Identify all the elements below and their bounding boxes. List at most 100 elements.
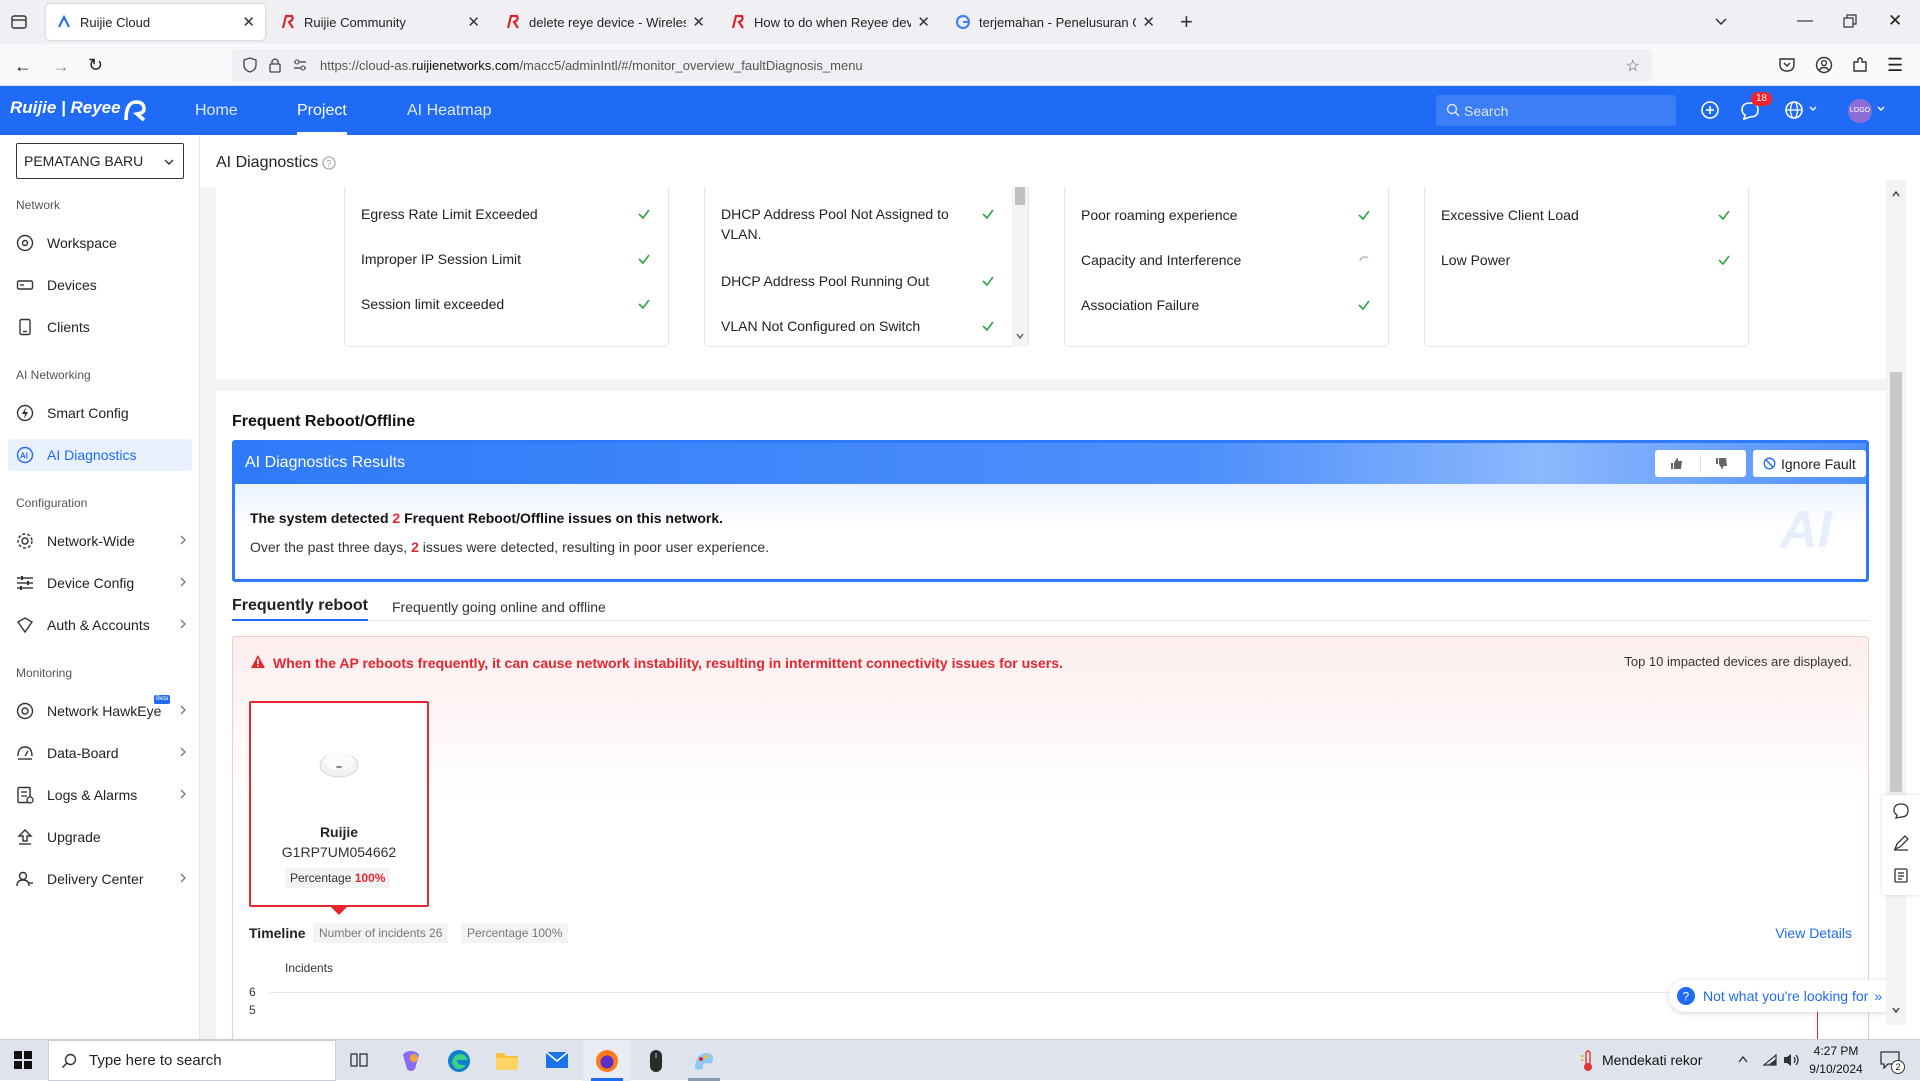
sidebar-item-smart-config[interactable]: Smart Config: [8, 397, 192, 429]
paint-taskbar-button[interactable]: [680, 1040, 728, 1081]
close-tab-icon[interactable]: ✕: [917, 13, 930, 31]
search-icon: [1446, 103, 1460, 117]
sidebar-item-workspace[interactable]: Workspace: [8, 227, 192, 259]
file-explorer-icon[interactable]: [495, 1050, 519, 1072]
reload-icon[interactable]: ↻: [88, 55, 103, 76]
windows-start-icon[interactable]: [14, 1051, 32, 1069]
globe-language-icon[interactable]: [1784, 100, 1804, 120]
sidebar-item-upgrade[interactable]: Upgrade: [8, 821, 192, 853]
feedback-pen-icon[interactable]: [1893, 835, 1909, 851]
tab-frequently-reboot[interactable]: Frequently reboot: [232, 597, 369, 621]
taskbar-search-placeholder: Type here to search: [89, 1052, 222, 1069]
forward-icon[interactable]: →: [52, 56, 70, 77]
help-bubble[interactable]: ? Not what you're looking for »: [1669, 980, 1886, 1012]
thumbs-up-icon[interactable]: [1670, 457, 1683, 470]
device-card[interactable]: Ruijie G1RP7UM054662 Percentage 100%: [249, 701, 429, 915]
chevron-down-icon[interactable]: [1015, 331, 1025, 341]
sidebar-item-network-hawkeye[interactable]: Network HawkEye Beta: [8, 695, 192, 727]
chevron-down-icon[interactable]: [1808, 104, 1818, 114]
tab-frequently-online-offline[interactable]: Frequently going online and offline: [392, 599, 606, 615]
chevron-down-icon[interactable]: [1876, 104, 1886, 114]
chat-icon[interactable]: [1893, 803, 1909, 819]
nav-project-label: Project: [297, 102, 347, 119]
reboot-warning-text: When the AP reboots frequently, it can c…: [273, 655, 1063, 671]
permissions-icon[interactable]: [292, 57, 308, 73]
shield-icon[interactable]: [242, 57, 258, 73]
sidebar-item-network-wide[interactable]: Network-Wide: [8, 525, 192, 557]
header-search-input[interactable]: Search: [1436, 95, 1676, 126]
browser-tab-how-to-do[interactable]: How to do when Reyee devices ✕: [720, 4, 940, 40]
nav-project[interactable]: Project: [297, 86, 347, 135]
sidebar-item-devices[interactable]: Devices: [8, 269, 192, 301]
weather-text[interactable]: Mendekati rekor: [1602, 1052, 1702, 1068]
avatar[interactable]: LOGO: [1848, 99, 1872, 123]
restore-icon[interactable]: [1843, 14, 1857, 28]
browser-tab-ruijie-community[interactable]: Ruijie Community ✕: [270, 4, 490, 40]
edge-browser-icon[interactable]: [447, 1049, 471, 1073]
sidebar-item-delivery-center[interactable]: Delivery Center: [8, 863, 192, 895]
help-bubble-text: Not what you're looking for: [1703, 988, 1869, 1004]
clock-date[interactable]: 9/10/2024: [1805, 1062, 1867, 1076]
card-scrollbar[interactable]: [1012, 187, 1028, 347]
device-serial: G1RP7UM054662: [281, 844, 397, 860]
network-wifi-icon[interactable]: [1762, 1053, 1778, 1067]
close-tab-icon[interactable]: ✕: [242, 13, 255, 31]
diagnostic-item-label: Poor roaming experience: [1081, 207, 1238, 223]
mail-icon[interactable]: [545, 1050, 569, 1070]
pocket-icon[interactable]: [1778, 56, 1796, 74]
weather-icon[interactable]: [1580, 1050, 1596, 1072]
mouse-app-icon[interactable]: [648, 1049, 664, 1073]
sidebar-item-device-config[interactable]: Device Config: [8, 567, 192, 599]
sliders-icon: [17, 576, 33, 590]
sidebar-item-ai-diagnostics[interactable]: AI AI Diagnostics: [8, 439, 192, 471]
sidebar-item-label: Devices: [47, 277, 97, 293]
close-tab-icon[interactable]: ✕: [692, 13, 705, 31]
lock-icon[interactable]: [268, 57, 282, 73]
clipboard-icon[interactable]: [1893, 867, 1909, 883]
back-icon[interactable]: ←: [14, 56, 32, 77]
show-hidden-icons-chevron-icon[interactable]: [1737, 1054, 1749, 1064]
add-circle-icon[interactable]: [1700, 100, 1720, 120]
sidebar-item-auth-accounts[interactable]: Auth & Accounts: [8, 609, 192, 641]
account-icon[interactable]: [1815, 56, 1833, 74]
clock-time[interactable]: 4:27 PM: [1809, 1044, 1863, 1058]
taskbar-search-input[interactable]: Type here to search: [48, 1040, 336, 1081]
close-tab-icon[interactable]: ✕: [467, 13, 480, 31]
ruijie-favicon-icon: [58, 14, 70, 28]
scrollbar-thumb[interactable]: [1015, 187, 1025, 205]
thumbs-down-icon[interactable]: [1715, 457, 1728, 470]
close-window-icon[interactable]: ✕: [1888, 11, 1902, 31]
copilot-icon[interactable]: [399, 1049, 423, 1073]
sidebar-item-data-board[interactable]: Data-Board: [8, 737, 192, 769]
project-select[interactable]: PEMATANG BARU: [16, 143, 184, 179]
scrollbar-thumb[interactable]: [1890, 372, 1902, 792]
nav-home[interactable]: Home: [195, 86, 238, 135]
firefox-taskbar-button[interactable]: [583, 1040, 631, 1081]
new-tab-icon[interactable]: +: [1180, 9, 1193, 35]
sidebar-item-clients[interactable]: Clients: [8, 311, 192, 343]
nav-ai-heatmap[interactable]: AI Heatmap: [407, 86, 491, 135]
diagnostics-results-box: AI Diagnostics Results Ignore Fault The …: [232, 440, 1869, 582]
task-view-icon[interactable]: [350, 1051, 368, 1069]
browser-tab-ruijie-cloud[interactable]: Ruijie Cloud ✕: [46, 4, 265, 40]
view-details-link[interactable]: View Details: [1775, 925, 1852, 941]
sidebar-item-logs-alarms[interactable]: Logs & Alarms: [8, 779, 192, 811]
help-circle-icon[interactable]: ?: [322, 156, 336, 170]
tab-list-icon[interactable]: [10, 13, 28, 31]
close-tab-icon[interactable]: ✕: [1142, 13, 1155, 31]
chevron-up-icon[interactable]: [1891, 189, 1901, 199]
bookmark-star-icon[interactable]: ☆: [1626, 56, 1640, 76]
menu-hamburger-icon[interactable]: ☰: [1887, 55, 1903, 76]
ignore-fault-button[interactable]: Ignore Fault: [1753, 450, 1866, 477]
chevron-down-icon[interactable]: [1891, 1005, 1901, 1015]
svg-text:?: ?: [326, 159, 331, 169]
address-bar[interactable]: https://cloud-as. ruijienetworks.com/macc…: [232, 49, 1652, 81]
browser-tab-google[interactable]: terjemahan - Penelusuran Goog ✕: [945, 4, 1165, 40]
page-scrollbar[interactable]: [1886, 180, 1906, 1025]
volume-icon[interactable]: [1783, 1052, 1801, 1068]
minimize-icon[interactable]: —: [1797, 12, 1813, 30]
extensions-icon[interactable]: [1851, 56, 1869, 74]
list-all-tabs-icon[interactable]: [1713, 13, 1729, 29]
browser-tab-delete-reye[interactable]: delete reye device - Wireless - R ✕: [495, 4, 715, 40]
ruijie-reyee-logo[interactable]: Ruijie | Reyee: [10, 98, 121, 118]
